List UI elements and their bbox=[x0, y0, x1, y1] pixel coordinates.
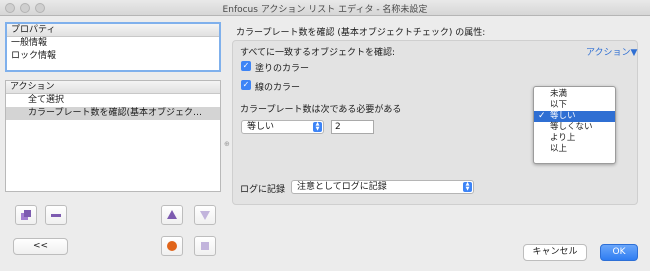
plate-count-label: カラープレート数は次である必要がある bbox=[240, 105, 402, 115]
collapse-button[interactable]: << bbox=[13, 238, 68, 255]
menu-item-less-or-equal[interactable]: 以下 bbox=[534, 100, 615, 111]
duplicate-button[interactable] bbox=[15, 205, 37, 225]
menu-item-greater-or-equal[interactable]: 以上 bbox=[534, 144, 615, 155]
fill-color-checkbox[interactable]: ✓ bbox=[241, 61, 251, 71]
log-level-popup-value: 注意としてログに記録 bbox=[297, 182, 387, 192]
properties-header: プロパティ bbox=[7, 24, 219, 37]
comparison-popup[interactable]: 等しい ▲ ▼ bbox=[241, 120, 324, 134]
move-down-button[interactable] bbox=[194, 205, 216, 225]
stepper-icon: ▲ ▼ bbox=[313, 122, 322, 132]
record-button[interactable] bbox=[161, 236, 183, 256]
stop-square-icon bbox=[201, 242, 209, 250]
menu-item-less-than[interactable]: 未満 bbox=[534, 89, 615, 100]
record-circle-icon bbox=[167, 241, 177, 251]
comparison-menu[interactable]: 未満 以下 ✓ 等しい 等しくない より上 以上 bbox=[533, 86, 616, 164]
log-level-popup[interactable]: 注意としてログに記録 ▲ ▼ bbox=[291, 180, 474, 194]
ok-button[interactable]: OK bbox=[600, 244, 638, 261]
splitter-handle-icon[interactable]: ⊕ bbox=[224, 140, 230, 148]
cancel-button[interactable]: キャンセル bbox=[523, 244, 587, 261]
properties-item-general[interactable]: 一般情報 bbox=[7, 37, 219, 50]
actions-item-check-color-plates[interactable]: カラープレート数を確認(基本オブジェク… bbox=[6, 107, 220, 120]
stepper-icon: ▲ ▼ bbox=[463, 182, 472, 192]
plate-count-input[interactable]: 2 bbox=[331, 120, 374, 134]
move-up-button[interactable] bbox=[161, 205, 183, 225]
properties-item-lock[interactable]: ロック情報 bbox=[7, 50, 219, 63]
window-title: Enfocus アクション リスト エディタ - 名称未設定 bbox=[222, 5, 428, 15]
actions-item-select-all[interactable]: 全て選択 bbox=[6, 94, 220, 107]
stroke-color-label: 線のカラー bbox=[255, 83, 301, 93]
title-bar: Enfocus アクション リスト エディタ - 名称未設定 bbox=[0, 0, 650, 16]
panel-heading: カラープレート数を確認 (基本オブジェクトチェック) の属性: bbox=[236, 28, 486, 38]
action-menu-link[interactable]: アクション▼ bbox=[586, 45, 637, 58]
properties-list[interactable]: プロパティ 一般情報 ロック情報 bbox=[5, 22, 221, 72]
duplicate-icon bbox=[21, 210, 31, 220]
minus-icon bbox=[51, 214, 61, 217]
triangle-up-icon bbox=[167, 210, 177, 219]
checkmark-icon: ✓ bbox=[538, 111, 546, 121]
match-label: すべてに一致するオブジェクトを確認: bbox=[240, 48, 396, 58]
comparison-popup-value: 等しい bbox=[247, 122, 275, 132]
remove-button[interactable] bbox=[45, 205, 67, 225]
menu-item-greater-than[interactable]: より上 bbox=[534, 133, 615, 144]
menu-item-equal[interactable]: ✓ 等しい bbox=[534, 111, 615, 122]
actions-header: アクション bbox=[6, 81, 220, 94]
triangle-down-icon bbox=[200, 211, 210, 220]
log-label: ログに記録 bbox=[240, 185, 286, 195]
stroke-color-checkbox[interactable]: ✓ bbox=[241, 80, 251, 90]
actions-list[interactable]: アクション 全て選択 カラープレート数を確認(基本オブジェク… bbox=[5, 80, 221, 192]
menu-item-not-equal[interactable]: 等しくない bbox=[534, 122, 615, 133]
stop-button[interactable] bbox=[194, 236, 216, 256]
fill-color-label: 塗りのカラー bbox=[255, 64, 310, 74]
